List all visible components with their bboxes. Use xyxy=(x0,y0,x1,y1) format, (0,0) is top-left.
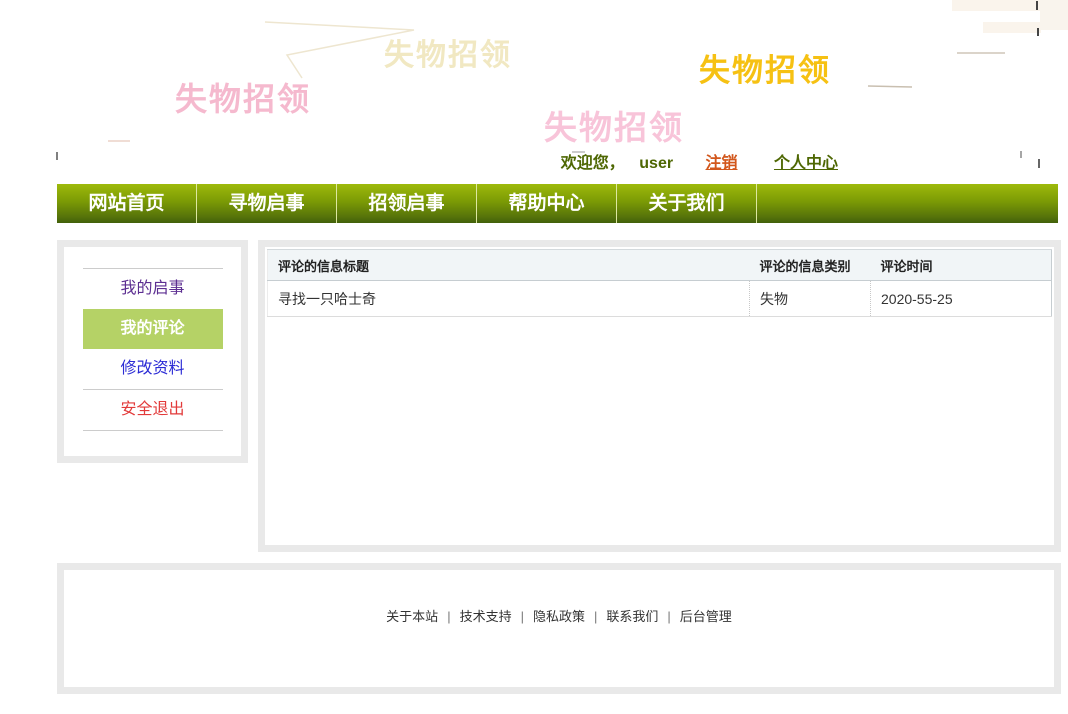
footer-link-contact-us[interactable]: 联系我们 xyxy=(606,609,658,624)
main-nav: 网站首页 寻物启事 招领启事 帮助中心 关于我们 xyxy=(57,184,1058,223)
watermark-logo-text: 失物招领 xyxy=(175,81,312,117)
page: 失物招领 失物招领 失物招领 失物招领 欢迎您， user 注销 个人中心 网站… xyxy=(0,0,1068,714)
footer-separator: | xyxy=(667,609,671,624)
nav-item-found-notices[interactable]: 招领启事 xyxy=(337,184,477,223)
welcome-text: 欢迎您， xyxy=(560,155,625,172)
sidebar-item-my-comments[interactable]: 我的评论 xyxy=(82,309,223,349)
sidebar-divider xyxy=(82,430,223,431)
watermark-logo-text: 失物招领 xyxy=(384,39,512,72)
column-header-type: 评论的信息类别 xyxy=(749,249,871,281)
main-content: 评论的信息标题 评论的信息类别 评论时间 寻找一只哈士奇 失物 2020-55-… xyxy=(258,240,1061,552)
sidebar-item-edit-profile[interactable]: 修改资料 xyxy=(64,349,241,389)
footer-separator: | xyxy=(447,609,451,624)
column-header-title: 评论的信息标题 xyxy=(267,249,750,281)
profile-center-link[interactable]: 个人中心 xyxy=(774,155,838,172)
logout-link[interactable]: 注销 xyxy=(706,155,738,172)
nav-item-help-center[interactable]: 帮助中心 xyxy=(477,184,617,223)
sidebar: 我的启事 我的评论 修改资料 安全退出 xyxy=(57,240,248,463)
footer-links: 关于本站 | 技术支持 | 隐私政策 | 联系我们 | 后台管理 xyxy=(64,606,1054,625)
sidebar-menu: 我的启事 我的评论 修改资料 安全退出 xyxy=(64,268,241,431)
user-bar: 欢迎您， user 注销 个人中心 xyxy=(57,150,1058,178)
footer-link-admin[interactable]: 后台管理 xyxy=(680,609,732,624)
username-text: user xyxy=(639,155,674,172)
footer-link-tech-support[interactable]: 技术支持 xyxy=(460,609,512,624)
column-header-time: 评论时间 xyxy=(870,249,1052,281)
table-header-row: 评论的信息标题 评论的信息类别 评论时间 xyxy=(267,249,1052,281)
footer-link-privacy-policy[interactable]: 隐私政策 xyxy=(533,609,585,624)
footer: 关于本站 | 技术支持 | 隐私政策 | 联系我们 | 后台管理 xyxy=(57,563,1061,694)
nav-item-home[interactable]: 网站首页 xyxy=(57,184,197,223)
watermark-logo-text: 失物招领 xyxy=(699,53,831,88)
sidebar-item-my-notices[interactable]: 我的启事 xyxy=(64,269,241,309)
sidebar-item-logout[interactable]: 安全退出 xyxy=(64,390,241,430)
nav-item-lost-notices[interactable]: 寻物启事 xyxy=(197,184,337,223)
comment-type-cell: 失物 xyxy=(749,280,871,317)
comment-time-cell: 2020-55-25 xyxy=(870,280,1052,317)
footer-link-about-site[interactable]: 关于本站 xyxy=(386,609,438,624)
watermark-logo-text: 失物招领 xyxy=(544,109,684,146)
nav-item-about-us[interactable]: 关于我们 xyxy=(617,184,757,223)
footer-separator: | xyxy=(520,609,524,624)
footer-separator: | xyxy=(594,609,598,624)
table-row[interactable]: 寻找一只哈士奇 失物 2020-55-25 xyxy=(267,280,1052,317)
comments-table: 评论的信息标题 评论的信息类别 评论时间 寻找一只哈士奇 失物 2020-55-… xyxy=(267,249,1052,317)
comment-title-cell: 寻找一只哈士奇 xyxy=(267,280,750,317)
